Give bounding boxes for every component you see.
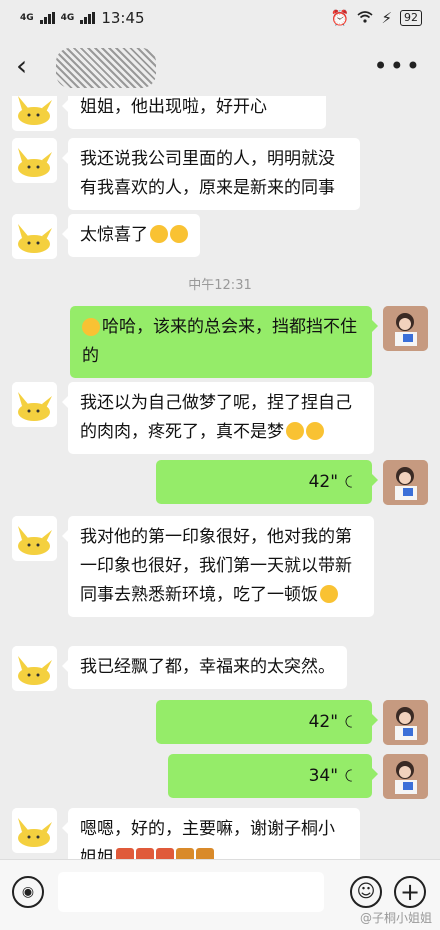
chat-area[interactable]: 姐姐，他出现啦，好开心 我还说我公司里面的人，明明就没有我喜欢的人，原来是新来的… [0,96,440,859]
message-bubble[interactable]: 太惊喜了 [62,214,200,257]
signal-label-2: 4G [60,12,75,23]
chat-title-redacted [56,48,156,88]
timestamp: 中午12:31 [188,278,252,293]
avatar[interactable] [12,808,57,853]
voice-wave-icon: ◡ [343,474,363,489]
status-left: 4G 4G 13:45 [20,9,145,27]
message-row: 我已经飘了都，幸福来的太突然。 [0,646,440,694]
message-bubble[interactable]: 我还说我公司里面的人，明明就没有我喜欢的人，原来是新来的同事 [62,138,360,210]
message-row: 姐姐，他出现啦，好开心 [0,96,440,136]
avatar[interactable] [383,306,428,351]
voice-wave-icon: ◡ [343,714,363,729]
avatar[interactable] [12,382,57,427]
voice-bubble[interactable]: 42" ◡ [156,700,378,744]
avatar[interactable] [12,516,57,561]
avatar[interactable] [12,214,57,259]
message-input[interactable] [58,872,324,912]
gift-emoji-icon [136,848,154,859]
message-row: 嗯嗯，好的，主要嘛，谢谢子桐小姐姐 [0,808,440,859]
voice-bubble[interactable]: 42" ◡ [156,460,378,504]
message-text: 我对他的第一印象很好，他对我的第一印象也很好，我们第一天就以带新同事去熟悉新环境… [80,527,352,605]
voice-duration: 42" [308,472,339,492]
emoji-icon[interactable]: ☺ [350,876,382,908]
voice-duration: 34" [308,766,339,786]
message-bubble[interactable]: 哈哈，该来的总会来，挡都挡不住的 [70,306,378,378]
avatar[interactable] [383,754,428,799]
title-bar: ‹ ••• [0,38,440,96]
avatar[interactable] [12,96,57,131]
message-row: 我对他的第一印象很好，他对我的第一印象也很好，我们第一天就以带新同事去熟悉新环境… [0,516,440,636]
avatar[interactable] [12,138,57,183]
message-bubble[interactable]: 姐姐，他出现啦，好开心 [62,96,326,129]
party-popper-emoji-icon [176,848,194,859]
signal-icon [39,12,55,24]
voice-input-icon[interactable]: ◉ [12,876,44,908]
more-dots-icon[interactable]: ••• [374,52,422,80]
battery-icon: 92 [400,10,422,26]
signal-label-1: 4G [20,12,34,23]
voice-message-row: 42" ◡ [0,700,440,748]
message-row: 我还以为自己做梦了呢，捏了捏自己的肉肉，疼死了，真不是梦 [0,382,440,460]
status-bar: 4G 4G 13:45 ⏰ ⚡ 92 [0,0,440,38]
status-right: ⏰ ⚡ 92 [331,9,422,27]
avatar[interactable] [383,700,428,745]
gift-emoji-icon [116,848,134,859]
message-text: 哈哈，该来的总会来，挡都挡不住的 [82,317,357,366]
party-popper-emoji-icon [196,848,214,859]
message-row: 太惊喜了 [0,214,440,262]
smile-hearts-emoji-icon [150,225,168,243]
message-row: 哈哈，该来的总会来，挡都挡不住的 [0,306,440,384]
message-bubble[interactable]: 我还以为自己做梦了呢，捏了捏自己的肉肉，疼死了，真不是梦 [62,382,374,454]
plus-icon[interactable]: + [394,876,426,908]
message-row: 我还说我公司里面的人，明明就没有我喜欢的人，原来是新来的同事 [0,138,440,218]
voice-duration: 42" [308,712,339,732]
voice-wave-icon: ◡ [343,768,363,783]
status-time: 13:45 [101,9,145,27]
input-bar: ◉ ☺ + @子桐小姐姐 [0,859,440,930]
voice-message-row: 42" ◡ [0,460,440,508]
wink-tongue-emoji-icon [320,585,338,603]
grin-emoji-icon [82,318,100,336]
avatar[interactable] [12,646,57,691]
message-bubble[interactable]: 我对他的第一印象很好，他对我的第一印象也很好，我们第一天就以带新同事去熟悉新环境… [62,516,374,617]
wifi-icon [357,9,373,27]
message-bubble[interactable]: 嗯嗯，好的，主要嘛，谢谢子桐小姐姐 [62,808,360,859]
avatar[interactable] [383,460,428,505]
message-text: 太惊喜了 [80,225,148,245]
gift-emoji-icon [156,848,174,859]
voice-message-row: 34" ◡ [0,754,440,802]
alarm-icon: ⏰ [330,9,350,27]
signal-icon [80,12,96,24]
chevron-left-icon[interactable]: ‹ [16,52,27,80]
thinking-emoji-icon [306,422,324,440]
voice-bubble[interactable]: 34" ◡ [168,754,378,798]
smile-hearts-emoji-icon [170,225,188,243]
charging-icon: ⚡ [381,9,392,27]
message-bubble[interactable]: 我已经飘了都，幸福来的太突然。 [62,646,347,689]
thinking-emoji-icon [286,422,304,440]
watermark: @子桐小姐姐 [359,911,432,925]
